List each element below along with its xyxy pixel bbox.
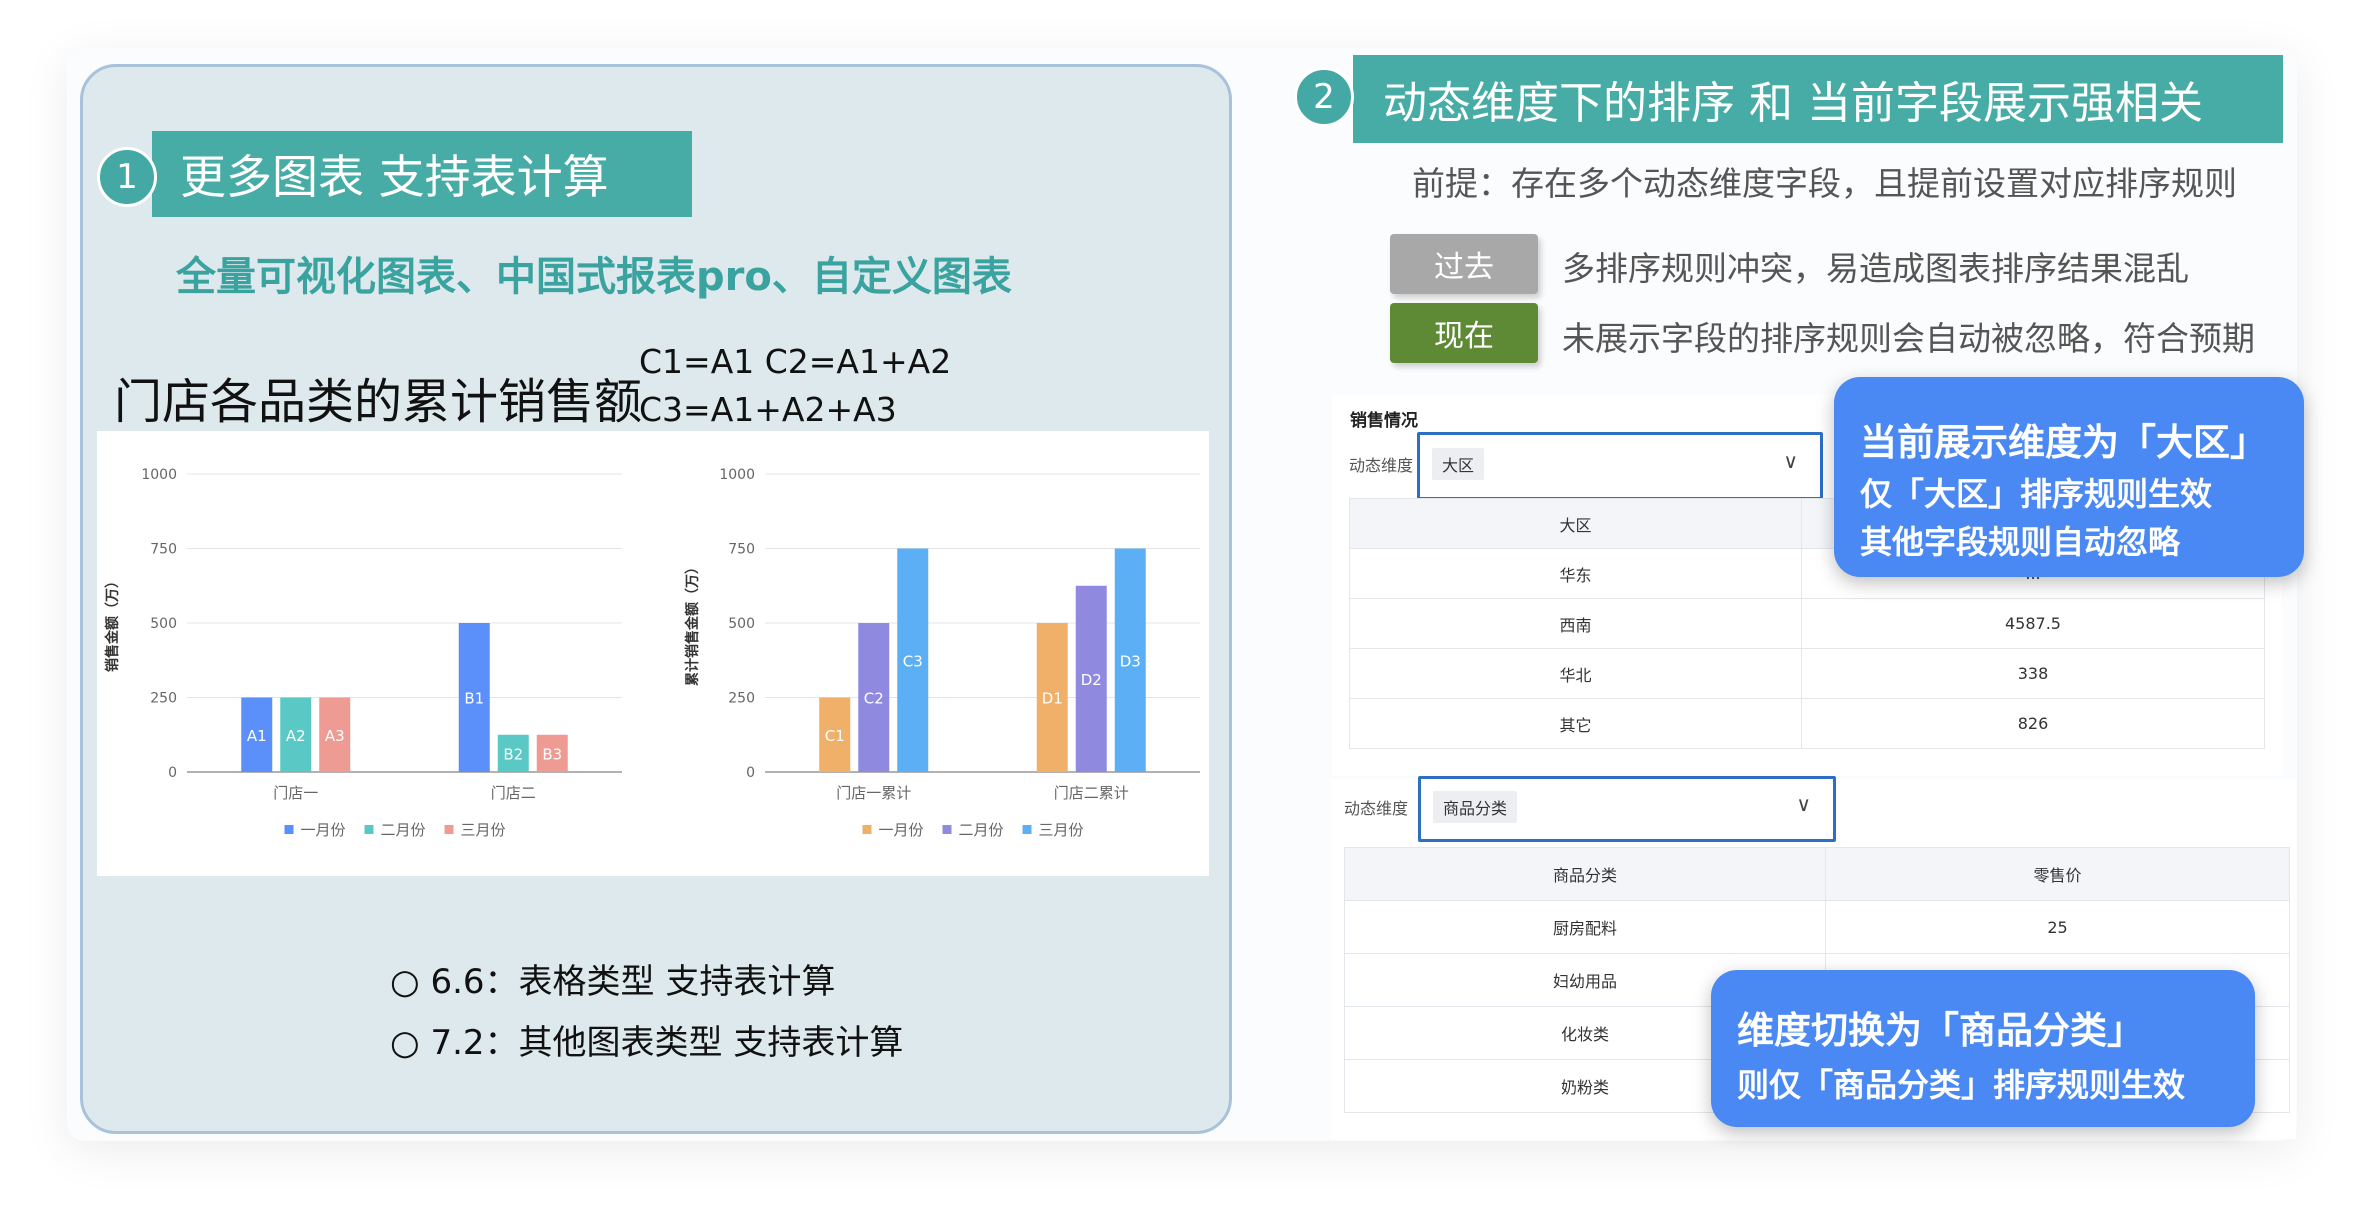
table-cell: 华北: [1349, 648, 1802, 699]
table-cell: 4587.5: [1801, 598, 2265, 649]
table-row: 其它 826: [1349, 698, 2265, 749]
chart-title: 门店各品类的累计销售额: [114, 374, 643, 430]
legend-swatch: [284, 825, 294, 834]
chevron-down-icon[interactable]: ∨: [1796, 792, 1811, 816]
bar-data-label: D1: [1042, 690, 1063, 708]
callout-line: 当前展示维度为「大区」: [1860, 421, 2267, 464]
table-cell: 其它: [1349, 698, 1802, 749]
table-row: 华北 338: [1349, 648, 2265, 699]
bar-data-label: C3: [903, 652, 923, 670]
y-tick-label: 500: [728, 616, 755, 632]
now-tag: 现在: [1390, 303, 1538, 363]
x-tick-label: 门店二累计: [1054, 784, 1129, 802]
y-tick-label: 250: [728, 691, 755, 707]
bar-chart-cumulative: 0 250 500 750 1000 累计销售金额（万） C1 C2 C3 门店一累计 D1 D2 D3…: [684, 467, 1200, 839]
dim-label-1: 动态维度: [1349, 456, 1414, 475]
table-header-row: 商品分类 零售价: [1344, 847, 2290, 901]
y-tick-label: 750: [150, 542, 177, 558]
x-tick-label: 门店一: [273, 784, 318, 802]
callout-category: 维度切换为「商品分类」 则仅「商品分类」排序规则生效: [1711, 970, 2255, 1127]
dimension-dropdown-2[interactable]: 商品分类 ∨: [1418, 776, 1836, 842]
table-cell: 西南: [1349, 598, 1802, 649]
callout-region: 当前展示维度为「大区」 仅「大区」排序规则生效 其他字段规则自动忽略: [1834, 377, 2304, 577]
legend-swatch: [1022, 825, 1032, 834]
header-cell: 零售价: [1825, 847, 2290, 901]
callout-line: 维度切换为「商品分类」: [1737, 1009, 2144, 1052]
table-row: 厨房配料 25: [1344, 900, 2290, 954]
x-tick-label: 门店二: [491, 784, 536, 802]
past-text: 多排序规则冲突，易造成图表排序结果混乱: [1562, 249, 2189, 288]
right-banner: 动态维度下的排序 和 当前字段展示强相关: [1353, 55, 2283, 143]
step-number-2: 2: [1294, 67, 1354, 127]
legend-label: 三月份: [1039, 821, 1084, 839]
formula-line-1: C1=A1 C2=A1+A2: [639, 342, 952, 381]
legend-swatch: [364, 825, 374, 834]
bar-data-label: C2: [864, 690, 884, 708]
now-text: 未展示字段的排序规则会自动被忽略，符合预期: [1562, 319, 2255, 358]
y-tick-label: 250: [150, 691, 177, 707]
table-cell: 华东: [1349, 548, 1802, 599]
bullet-1: ○ 6.6：表格类型 支持表计算: [390, 962, 836, 1002]
table-cell: 25: [1825, 900, 2290, 954]
left-subtitle: 全量可视化图表、中国式报表pro、自定义图表: [176, 254, 1012, 300]
premise-text: 前提：存在多个动态维度字段，且提前设置对应排序规则: [1412, 164, 2237, 203]
y-tick-label: 500: [150, 616, 177, 632]
y-axis-label: 销售金额（万）: [104, 574, 121, 672]
bar-data-label: B1: [464, 690, 484, 708]
y-tick-label: 1000: [719, 467, 755, 483]
legend-label: 三月份: [461, 821, 506, 839]
bar-chart-monthly: 0 250 500 750 1000 销售金额（万） A1 A2 A3 门店一 B1 B2 B3 门店二一…: [104, 467, 622, 839]
bar-data-label: A3: [325, 727, 345, 745]
chevron-down-icon[interactable]: ∨: [1783, 449, 1798, 473]
bar-data-label: B2: [503, 745, 523, 763]
callout-line: 则仅「商品分类」排序规则生效: [1737, 1066, 2186, 1104]
callout-line: 仅「大区」排序规则生效: [1860, 475, 2213, 513]
right-banner-text: 动态维度下的排序 和 当前字段展示强相关: [1383, 78, 2203, 129]
header-cell: 大区: [1349, 498, 1802, 549]
bullet-2: ○ 7.2：其他图表类型 支持表计算: [390, 1023, 904, 1063]
bar-data-label: B3: [542, 745, 562, 763]
bar-data-label: A2: [286, 727, 306, 745]
dropdown-value-1: 大区: [1432, 448, 1485, 480]
y-tick-label: 750: [728, 542, 755, 558]
dim-label-2: 动态维度: [1344, 799, 1409, 818]
dropdown-value-2: 商品分类: [1433, 791, 1518, 823]
dimension-dropdown-1[interactable]: 大区 ∨: [1417, 432, 1823, 500]
legend-label: 二月份: [381, 821, 426, 839]
formula-line-2: C3=A1+A2+A3: [639, 390, 897, 429]
table-row: 西南 4587.5: [1349, 598, 2265, 649]
y-tick-label: 1000: [141, 467, 177, 483]
table-cell: 338: [1801, 648, 2265, 699]
left-banner-text: 更多图表 支持表计算: [180, 150, 609, 204]
y-tick-label: 0: [746, 765, 755, 781]
bar-data-label: D3: [1120, 652, 1141, 670]
left-banner: 更多图表 支持表计算: [152, 131, 692, 217]
legend-label: 一月份: [879, 821, 924, 839]
table-cell: 826: [1801, 698, 2265, 749]
y-tick-label: 0: [168, 765, 177, 781]
header-cell: 商品分类: [1344, 847, 1826, 901]
legend-swatch: [942, 825, 952, 834]
x-tick-label: 门店一累计: [836, 784, 911, 802]
bar-data-label: A1: [247, 727, 267, 745]
past-tag: 过去: [1390, 234, 1538, 294]
table-cell: 厨房配料: [1344, 900, 1826, 954]
legend-label: 二月份: [959, 821, 1004, 839]
bar-data-label: D2: [1081, 671, 1102, 689]
y-axis-label: 累计销售金额（万）: [684, 560, 701, 686]
panel-title: 销售情况: [1350, 411, 1418, 431]
legend-label: 一月份: [301, 821, 346, 839]
callout-line: 其他字段规则自动忽略: [1860, 523, 2181, 561]
bar-data-label: C1: [825, 727, 845, 745]
legend-swatch: [444, 825, 454, 834]
step-number-1: 1: [97, 147, 157, 207]
legend-swatch: [862, 825, 872, 834]
